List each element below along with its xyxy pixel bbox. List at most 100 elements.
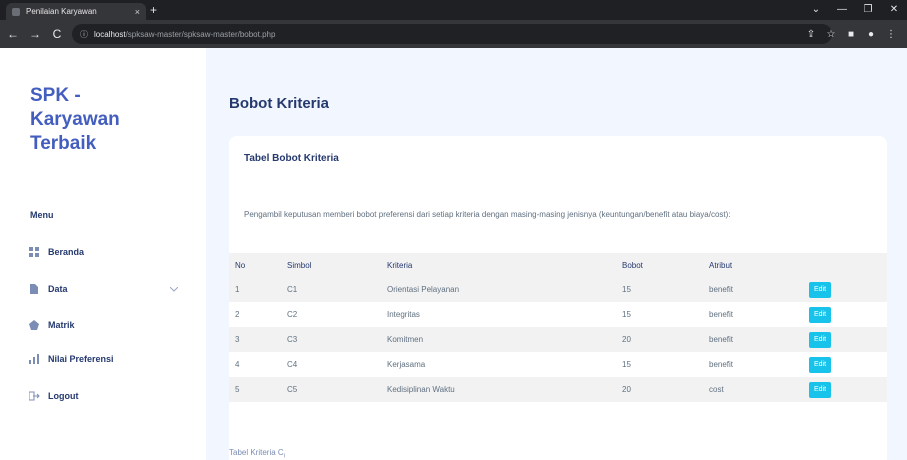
cell-kriteria: Orientasi Pelayanan — [387, 285, 460, 294]
edit-button[interactable]: Edit — [809, 281, 831, 298]
column-header: Bobot — [622, 260, 643, 270]
more-menu-icon[interactable]: ⋮ — [881, 29, 901, 40]
brand-line: SPK - — [30, 85, 81, 106]
sidebar-item-label: Data — [48, 284, 68, 294]
cell-atribut: benefit — [709, 335, 734, 344]
edit-button[interactable]: Edit — [809, 306, 831, 323]
toolbar-icons: ⇪ ☆ ■ ● ⋮ — [801, 20, 901, 48]
cell-bobot: 15 — [622, 360, 631, 369]
minimize-button[interactable]: — — [829, 0, 855, 20]
back-button[interactable]: ← — [4, 27, 22, 41]
file-icon — [28, 283, 40, 295]
sidebar-item-nilai-preferensi[interactable]: Nilai Preferensi — [28, 350, 178, 368]
cell-bobot: 20 — [622, 385, 631, 394]
bobot-table: No Simbol Kriteria Bobot Atribut 1 C1 Or… — [229, 253, 887, 402]
sidebar-item-label: Logout — [48, 391, 79, 401]
sidebar-item-label: Beranda — [48, 247, 85, 257]
cell-no: 3 — [235, 335, 240, 344]
address-bar[interactable]: ⓘ localhost /spksaw-master/spksaw-master… — [72, 24, 832, 44]
new-tab-button[interactable]: + — [150, 3, 157, 17]
cell-kriteria: Komitmen — [387, 335, 424, 344]
table-header-row: No Simbol Kriteria Bobot Atribut — [229, 253, 887, 277]
tab-title: Penilaian Karyawan — [26, 7, 97, 16]
cell-simbol: C2 — [287, 310, 298, 319]
caption-subscript: i — [283, 453, 286, 460]
cell-bobot: 20 — [622, 335, 631, 344]
extension-icon[interactable]: ■ — [841, 29, 861, 40]
column-header: Kriteria — [387, 260, 413, 270]
cell-action: Edit — [803, 302, 887, 327]
cell-kriteria: Kedisiplinan Waktu — [387, 385, 455, 394]
close-window-button[interactable]: ✕ — [881, 0, 907, 20]
grid-icon — [28, 246, 40, 258]
url-host: localhost — [94, 29, 126, 39]
sidebar-item-logout[interactable]: Logout — [28, 387, 178, 405]
cell-simbol: C5 — [287, 385, 298, 394]
sidebar-item-label: Nilai Preferensi — [48, 354, 114, 364]
cell-atribut: benefit — [709, 360, 734, 369]
forward-button[interactable]: → — [26, 27, 44, 41]
caption-text: Tabel Kriteria C — [229, 448, 284, 457]
cell-action: Edit — [803, 327, 887, 352]
cell-atribut: cost — [709, 385, 724, 394]
cell-atribut: benefit — [709, 285, 734, 294]
column-header-action — [803, 253, 887, 277]
sidebar-item-label: Matrik — [48, 320, 75, 330]
logout-icon — [28, 390, 40, 402]
menu-title: Menu — [30, 210, 54, 220]
brand-title[interactable]: SPK - Karyawan Terbaik — [30, 84, 190, 156]
window-controls: ⌄ — ❐ ✕ — [803, 0, 907, 20]
cell-bobot: 15 — [622, 310, 631, 319]
edit-button[interactable]: Edit — [809, 331, 831, 348]
site-info-icon[interactable]: ⓘ — [80, 29, 88, 40]
profile-icon[interactable]: ● — [861, 29, 881, 40]
cell-no: 5 — [235, 385, 240, 394]
cell-kriteria: Integritas — [387, 310, 420, 319]
cell-action: Edit — [803, 352, 887, 377]
sidebar: SPK - Karyawan Terbaik Menu Beranda Data… — [0, 48, 206, 460]
bobot-card: Tabel Bobot Kriteria Pengambil keputusan… — [229, 136, 887, 460]
page-title: Bobot Kriteria — [229, 95, 330, 112]
cell-no: 4 — [235, 360, 240, 369]
browser-tab[interactable]: Penilaian Karyawan × — [6, 3, 146, 20]
bar-chart-icon — [28, 353, 40, 365]
chevron-down-icon[interactable] — [169, 285, 179, 294]
sidebar-item-data[interactable]: Data — [28, 280, 179, 298]
sidebar-item-beranda[interactable]: Beranda — [28, 243, 178, 261]
cell-no: 2 — [235, 310, 240, 319]
bookmark-star-icon[interactable]: ☆ — [821, 29, 841, 40]
table-row: 2 C2 Integritas 15 benefit Edit — [229, 302, 887, 327]
browser-toolbar: ← → C ⓘ localhost /spksaw-master/spksaw-… — [0, 20, 907, 48]
cell-action: Edit — [803, 277, 887, 302]
next-table-caption: Tabel Kriteria Ci — [229, 448, 285, 460]
cell-simbol: C1 — [287, 285, 298, 294]
edit-button[interactable]: Edit — [809, 356, 831, 373]
cell-no: 1 — [235, 285, 240, 294]
edit-button[interactable]: Edit — [809, 381, 831, 398]
cell-simbol: C3 — [287, 335, 298, 344]
table-row: 5 C5 Kedisiplinan Waktu 20 cost Edit — [229, 377, 887, 402]
reload-button[interactable]: C — [48, 27, 66, 41]
column-header: No — [235, 260, 246, 270]
pentagon-icon — [28, 319, 40, 331]
tab-close-icon[interactable]: × — [135, 7, 140, 17]
table-row: 4 C4 Kerjasama 15 benefit Edit — [229, 352, 887, 377]
favicon-icon — [12, 7, 20, 16]
sidebar-item-matrik[interactable]: Matrik — [28, 316, 178, 334]
brand-line: Terbaik — [30, 133, 97, 154]
table-row: 3 C3 Komitmen 20 benefit Edit — [229, 327, 887, 352]
column-header: Simbol — [287, 260, 312, 270]
cell-atribut: benefit — [709, 310, 734, 319]
card-description: Pengambil keputusan memberi bobot prefer… — [244, 210, 731, 219]
browser-tab-bar: Penilaian Karyawan × + ⌄ — ❐ ✕ — [0, 0, 907, 20]
cell-action: Edit — [803, 377, 887, 402]
card-title: Tabel Bobot Kriteria — [244, 153, 339, 164]
cell-bobot: 15 — [622, 285, 631, 294]
table-row: 1 C1 Orientasi Pelayanan 15 benefit Edit — [229, 277, 887, 302]
brand-line: Karyawan — [30, 109, 120, 130]
share-icon[interactable]: ⇪ — [801, 29, 821, 40]
tab-search-icon[interactable]: ⌄ — [803, 0, 829, 20]
column-header: Atribut — [709, 260, 733, 270]
cell-kriteria: Kerjasama — [387, 360, 426, 369]
maximize-button[interactable]: ❐ — [855, 0, 881, 20]
